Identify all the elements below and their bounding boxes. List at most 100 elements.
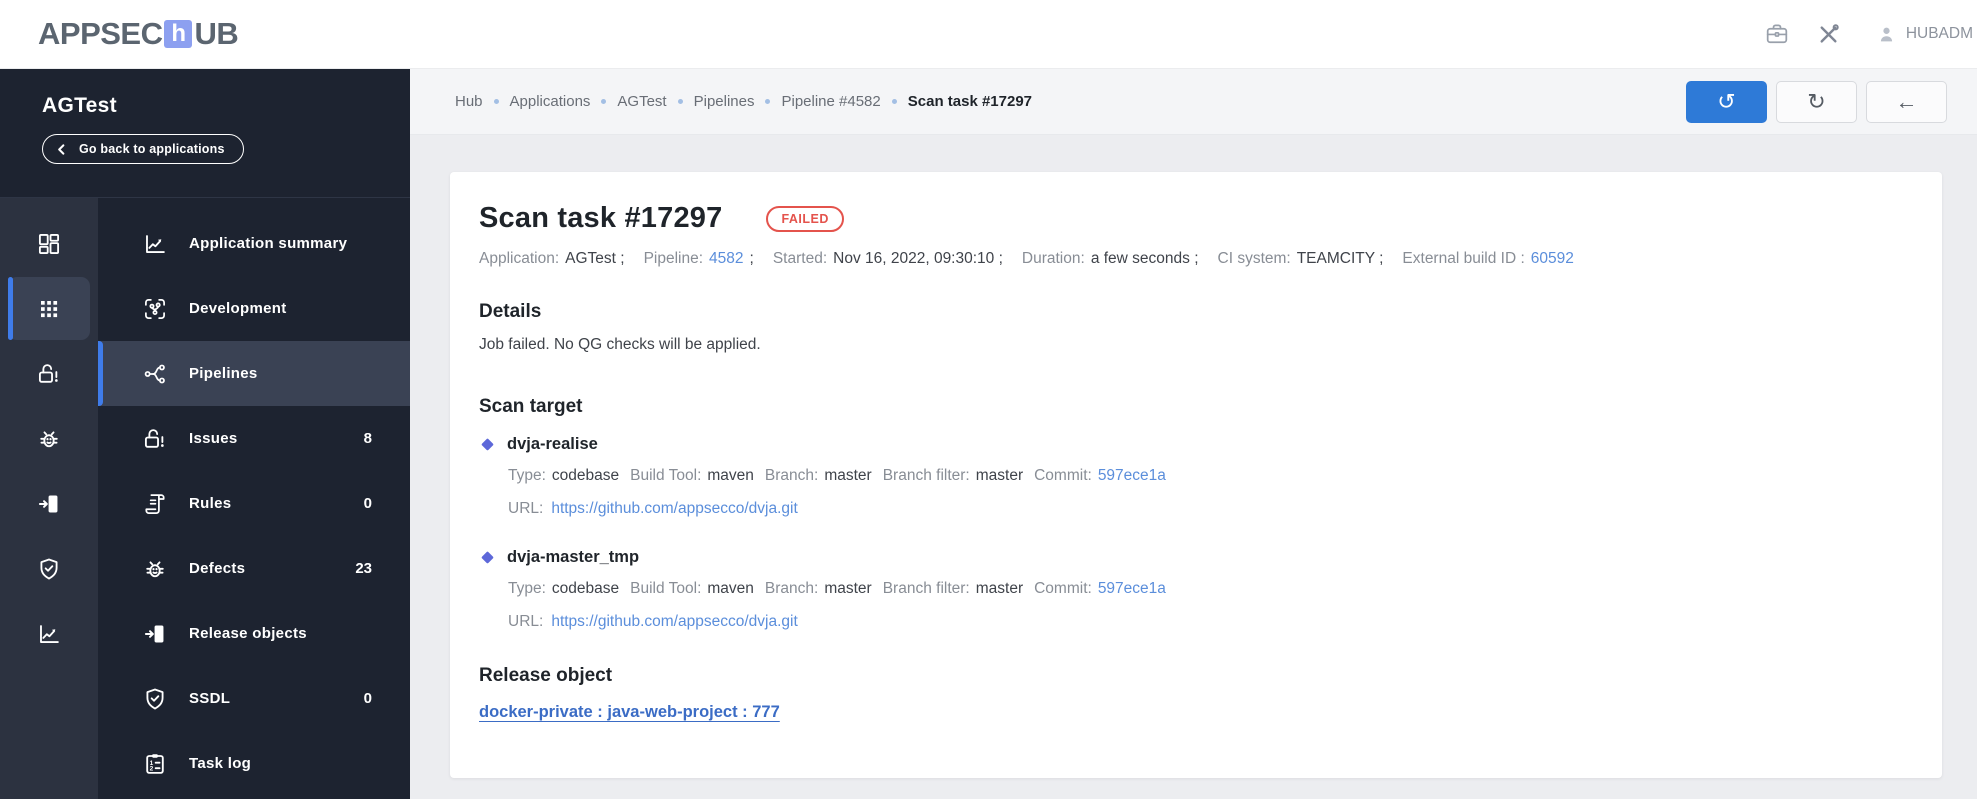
sidebar-item-label: Development	[189, 300, 287, 317]
meta-value: codebase	[551, 580, 620, 597]
rail-item-release-objects[interactable]	[0, 471, 98, 536]
scan-task-card: Scan task #17297 FAILED Application: AGT…	[450, 172, 1942, 778]
sidebar-item-label: Release objects	[189, 625, 307, 642]
bug-icon	[146, 560, 164, 577]
icon-rail	[0, 198, 98, 799]
meta-label: Branch filter:	[882, 580, 970, 597]
rail-item-defects[interactable]	[0, 406, 98, 471]
appsechub-logo[interactable]: APPSEC h UB	[38, 16, 239, 52]
pipelines-icon	[144, 364, 165, 383]
tools-icon	[1820, 23, 1839, 43]
diamond-bullet-icon	[481, 551, 494, 564]
breadcrumb-pipeline-4582[interactable]: Pipeline #4582	[781, 93, 880, 110]
sidebar-item-badge: 0	[363, 690, 372, 707]
go-back-to-applications-button[interactable]: Go back to applications	[42, 134, 244, 164]
clipboard-list-icon: 1 2	[146, 753, 164, 774]
meta-started: Started: Nov 16, 2022, 09:30:10 ;	[773, 250, 1003, 268]
meta-label: Build Tool:	[630, 580, 702, 597]
meta-label: Branch:	[764, 467, 819, 484]
target-name-row: dvja-realise	[479, 435, 1902, 454]
meta-label: Started:	[772, 250, 828, 267]
target-url-row: URL: https://github.com/appsecco/dvja.gi…	[479, 613, 1902, 631]
sidebar-item-development[interactable]: Development	[98, 276, 410, 341]
header-actions: HUBADM	[1751, 21, 1973, 47]
logo-text-right: UB	[194, 16, 239, 51]
sidebar-item-label: Task log	[189, 755, 252, 772]
chart-line-icon	[40, 624, 59, 643]
sidebar-header: AGTest Go back to applications	[0, 69, 410, 197]
release-object-heading: Release object	[479, 665, 613, 686]
rail-item-analytics[interactable]	[0, 601, 98, 666]
breadcrumb-hub[interactable]: Hub	[455, 93, 483, 110]
meta-label: Commit:	[1034, 580, 1092, 597]
breadcrumb: Hub Applications AGTest Pipelines Pipeli…	[455, 93, 1032, 110]
meta-label: Build Tool:	[630, 467, 702, 484]
target-meta-row: Type: codebase Build Tool: maven Branch: ma…	[479, 580, 1902, 598]
meta-label: URL:	[508, 613, 544, 630]
sidebar-item-application-summary[interactable]: Application summary	[98, 211, 410, 276]
repository-url-link[interactable]: https://github.com/appsecco/dvja.git	[551, 613, 797, 631]
breadcrumb-applications[interactable]: Applications	[510, 93, 591, 110]
meta-pipeline: Pipeline: 4582 ;	[644, 250, 754, 268]
dashboard-icon	[38, 233, 60, 254]
scan-target-item: dvja-realise Type: codebase Build Tool: ma…	[479, 435, 1902, 518]
breadcrumb-pipelines[interactable]: Pipelines	[694, 93, 755, 110]
sidebar-item-release-objects[interactable]: Release objects	[98, 601, 410, 666]
meta-suffix: ;	[749, 250, 754, 267]
sidebar-item-pipelines[interactable]: Pipelines	[98, 341, 410, 406]
sidebar-item-badge: 0	[363, 495, 372, 512]
page-title: Scan task #17297	[479, 202, 723, 234]
status-badge: FAILED	[766, 205, 844, 232]
commit-link[interactable]: 597ece1a	[1098, 467, 1166, 485]
restart-task-button[interactable]: ↺	[1686, 80, 1767, 123]
services-button[interactable]	[1764, 21, 1790, 47]
sidebar-item-defects[interactable]: Defects 23	[98, 536, 410, 601]
briefcase-icon	[1766, 24, 1788, 44]
meta-label: Commit:	[1034, 467, 1092, 484]
pipeline-link[interactable]: 4582	[709, 250, 743, 268]
external-build-id-link[interactable]: 60592	[1531, 250, 1574, 268]
meta-value: master	[975, 580, 1024, 597]
chart-line-icon	[146, 234, 165, 253]
topbar: Hub Applications AGTest Pipelines Pipeli…	[410, 69, 1977, 135]
sidebar-item-task-log[interactable]: 1 2 Task log	[98, 731, 410, 796]
meta-value: maven	[707, 467, 754, 484]
meta-label: Application:	[479, 250, 560, 267]
task-meta-row: Application: AGTest ; Pipeline: 4582 ; S…	[479, 250, 1902, 268]
meta-label: Duration:	[1021, 250, 1085, 267]
release-object-link[interactable]: docker-private : java-web-project : 777	[479, 703, 780, 722]
commit-link[interactable]: 597ece1a	[1098, 580, 1166, 598]
shield-check-icon	[146, 688, 164, 709]
rail-item-issues[interactable]	[0, 341, 98, 406]
back-button[interactable]: ←	[1866, 80, 1947, 123]
meta-external-build-id: External build ID : 60592	[1402, 250, 1573, 268]
sidebar-item-label: Issues	[189, 430, 238, 447]
rail-item-applications[interactable]	[8, 277, 90, 340]
scan-target-heading: Scan target	[479, 396, 583, 417]
rail-item-ssdl[interactable]	[0, 536, 98, 601]
rail-item-dashboard[interactable]	[0, 211, 98, 276]
meta-label: Branch filter:	[882, 467, 970, 484]
sidebar-item-label: Rules	[189, 495, 232, 512]
sidebar-item-issues[interactable]: Issues 8	[98, 406, 410, 471]
sidebar-item-label: Defects	[189, 560, 246, 577]
sidebar-item-rules[interactable]: Rules 0	[98, 471, 410, 536]
meta-value: master	[975, 467, 1024, 484]
repository-url-link[interactable]: https://github.com/appsecco/dvja.git	[551, 500, 797, 518]
breadcrumb-separator-dot	[677, 99, 683, 104]
details-text: Job failed. No QG checks will be applied…	[479, 336, 761, 353]
sidebar-item-ssdl[interactable]: SSDL 0	[98, 666, 410, 731]
app-header: APPSEC h UB HUBADM	[0, 0, 1977, 69]
sidebar-body: Application summary Development Pipeline…	[0, 198, 410, 799]
username: HUBADM	[1905, 25, 1973, 42]
shield-check-icon	[40, 558, 58, 579]
sidebar-item-label: Application summary	[189, 235, 348, 252]
meta-label: Type:	[508, 467, 546, 484]
meta-label: Branch:	[764, 580, 819, 597]
diamond-bullet-icon	[481, 438, 494, 451]
admin-tools-button[interactable]	[1816, 22, 1841, 47]
refresh-button[interactable]: ↻	[1776, 80, 1857, 123]
user-menu[interactable]: HUBADM	[1876, 24, 1973, 45]
target-name: dvja-master_tmp	[507, 548, 640, 566]
breadcrumb-agtest[interactable]: AGTest	[617, 93, 666, 110]
